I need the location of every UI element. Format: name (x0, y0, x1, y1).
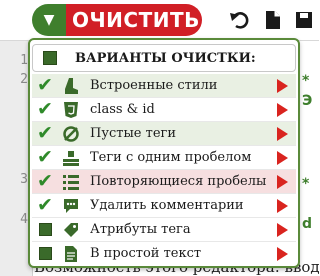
option-label: Теги с одним пробелом (90, 150, 252, 165)
check-icon: ✔ (37, 146, 53, 168)
option-single-space-tags[interactable]: ✔ Теги с одним пробелом (32, 146, 296, 170)
check-icon: ✔ (37, 170, 53, 192)
undo-icon[interactable] (229, 9, 251, 31)
arrow-right-icon[interactable] (277, 78, 288, 93)
option-plain-text[interactable]: В простой текст (32, 242, 296, 265)
clean-button-label[interactable]: ОЧИСТИТЬ (66, 4, 202, 36)
check-icon: ✔ (37, 194, 53, 216)
css-icon (60, 98, 82, 121)
checkbox-unchecked-icon (38, 223, 52, 236)
option-inline-styles[interactable]: ✔ Встроенные стили (32, 74, 296, 98)
arrow-right-icon[interactable] (277, 246, 288, 261)
arrow-right-icon[interactable] (277, 174, 288, 189)
arrow-right-icon[interactable] (277, 222, 288, 237)
option-checkbox[interactable]: ✔ (34, 74, 56, 97)
arrow-right-icon[interactable] (277, 150, 288, 165)
option-label: Пустые теги (90, 126, 176, 141)
option-checkbox[interactable] (34, 242, 56, 265)
menu-header-label: ВАРИАНТЫ ОЧИСТКИ: (75, 50, 256, 66)
check-icon: ✔ (37, 122, 53, 144)
clean-button[interactable]: ▼ ОЧИСТИТЬ (32, 4, 202, 36)
empty-set-icon (60, 122, 82, 145)
option-label: Повторяющиеся пробелы (90, 174, 267, 189)
editor-text-fragment: * (302, 176, 310, 192)
line-number: 4 (20, 212, 28, 227)
check-icon: ✔ (37, 74, 53, 96)
arrow-right-icon[interactable] (277, 198, 288, 213)
option-checkbox[interactable]: ✔ (34, 146, 56, 169)
arrow-right-icon[interactable] (277, 102, 288, 117)
option-checkbox[interactable]: ✔ (34, 170, 56, 193)
text-document-icon (60, 242, 82, 265)
option-label: Встроенные стили (90, 78, 218, 93)
save-icon[interactable] (293, 9, 315, 31)
comment-icon (60, 194, 82, 217)
line-number: 2 (20, 72, 28, 87)
editor-text-fragment: * (302, 73, 310, 89)
option-label: class & id (90, 102, 155, 117)
check-icon: ✔ (37, 98, 53, 120)
arrow-right-icon[interactable] (277, 126, 288, 141)
option-checkbox[interactable] (34, 218, 56, 241)
editor-text-fragment: d (302, 216, 313, 232)
option-label: Атрибуты тега (90, 222, 191, 237)
editor-text-fragment: Э (302, 93, 313, 109)
dotted-grid-icon (60, 170, 82, 193)
space-bar-icon (60, 146, 82, 169)
clean-dropdown-toggle[interactable]: ▼ (32, 4, 66, 36)
option-remove-comments[interactable]: ✔ Удалить комментарии (32, 194, 296, 218)
checkbox-unchecked-icon (38, 247, 52, 260)
option-class-id[interactable]: ✔ class & id (32, 98, 296, 122)
line-number: 1 (20, 53, 28, 68)
option-empty-tags[interactable]: ✔ Пустые теги (32, 122, 296, 146)
option-tag-attributes[interactable]: Атрибуты тега (32, 218, 296, 242)
document-icon[interactable] (262, 9, 284, 31)
line-number: 3 (20, 172, 28, 187)
option-label: Удалить комментарии (90, 198, 244, 213)
option-checkbox[interactable]: ✔ (34, 98, 56, 121)
option-repeated-spaces[interactable]: ✔ Повторяющиеся пробелы (32, 170, 296, 194)
option-label: В простой текст (90, 246, 202, 261)
boot-icon (60, 74, 82, 97)
chevron-down-icon: ▼ (43, 12, 55, 28)
option-checkbox[interactable]: ✔ (34, 122, 56, 145)
menu-header[interactable]: ВАРИАНТЫ ОЧИСТКИ: (32, 44, 296, 72)
option-checkbox[interactable]: ✔ (34, 194, 56, 217)
toolbar: ▼ ОЧИСТИТЬ (0, 0, 319, 41)
tag-icon (60, 218, 82, 241)
clean-options-menu: ВАРИАНТЫ ОЧИСТКИ: ✔ Встроенные стили ✔ c… (28, 38, 300, 268)
select-all-checkbox[interactable] (43, 51, 57, 65)
